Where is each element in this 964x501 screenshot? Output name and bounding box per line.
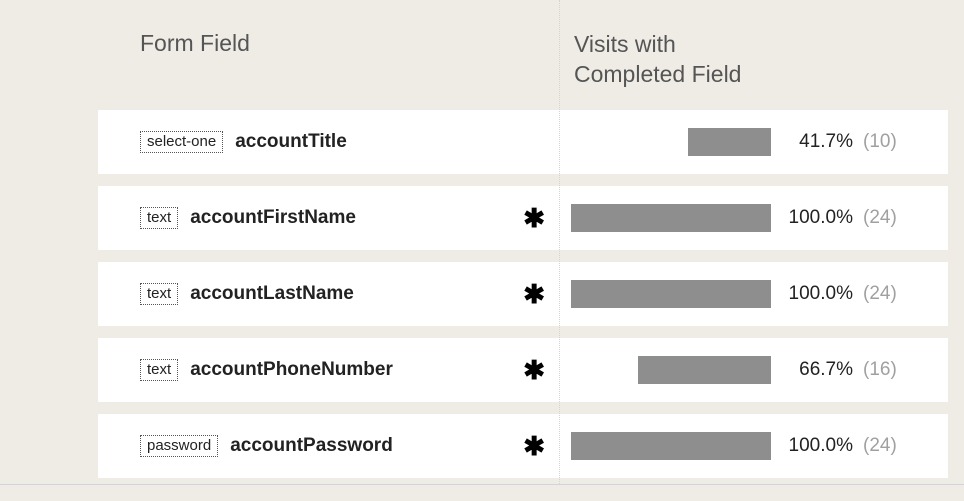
count-label: (10) <box>863 131 907 153</box>
field-name: accountPhoneNumber <box>190 359 393 381</box>
cell-visits: 66.7% (16) <box>559 356 948 384</box>
count-label: (24) <box>863 283 907 305</box>
table-body: select-one accountTitle 41.7% (10) text accou… <box>98 110 948 478</box>
cell-visits: 100.0% (24) <box>559 280 948 308</box>
bar-fill <box>571 280 771 308</box>
count-label: (16) <box>863 359 907 381</box>
table-row: select-one accountTitle 41.7% (10) <box>98 110 948 174</box>
percent-label: 41.7% <box>781 131 853 153</box>
bar-fill <box>571 204 771 232</box>
table-row: text accountLastName ✱ 100.0% (24) <box>98 262 948 326</box>
field-type-badge: text <box>140 283 178 306</box>
cell-form-field: text accountFirstName ✱ <box>98 207 559 230</box>
field-name: accountTitle <box>235 131 347 153</box>
cell-visits: 100.0% (24) <box>559 432 948 460</box>
field-name: accountLastName <box>190 283 354 305</box>
bottom-rule <box>0 484 964 485</box>
field-type-badge: text <box>140 207 178 230</box>
field-type-badge: password <box>140 435 218 458</box>
cell-form-field: text accountPhoneNumber ✱ <box>98 359 559 382</box>
cell-form-field: password accountPassword ✱ <box>98 435 559 458</box>
bar-track <box>571 204 771 232</box>
field-type-badge: select-one <box>140 131 223 154</box>
required-icon: ✱ <box>523 433 545 459</box>
header-visits: Visits withCompleted Field <box>559 30 964 90</box>
table-header: Form Field Visits withCompleted Field <box>0 12 964 110</box>
required-icon: ✱ <box>523 357 545 383</box>
bar-track <box>571 432 771 460</box>
field-name: accountFirstName <box>190 207 356 229</box>
count-label: (24) <box>863 207 907 229</box>
bar-track <box>571 128 771 156</box>
field-name: accountPassword <box>230 435 393 457</box>
table-row: text accountPhoneNumber ✱ 66.7% (16) <box>98 338 948 402</box>
percent-label: 100.0% <box>781 207 853 229</box>
bar-fill <box>571 432 771 460</box>
bar-fill <box>638 356 771 384</box>
table-row: password accountPassword ✱ 100.0% (24) <box>98 414 948 478</box>
bar-track <box>571 356 771 384</box>
cell-form-field: select-one accountTitle <box>98 131 559 154</box>
count-label: (24) <box>863 435 907 457</box>
field-type-badge: text <box>140 359 178 382</box>
table-row: text accountFirstName ✱ 100.0% (24) <box>98 186 948 250</box>
header-form-field: Form Field <box>0 30 559 90</box>
percent-label: 100.0% <box>781 283 853 305</box>
required-icon: ✱ <box>523 281 545 307</box>
cell-visits: 100.0% (24) <box>559 204 948 232</box>
form-field-report: Form Field Visits withCompleted Field se… <box>0 0 964 478</box>
percent-label: 100.0% <box>781 435 853 457</box>
bar-track <box>571 280 771 308</box>
required-icon: ✱ <box>523 205 545 231</box>
cell-form-field: text accountLastName ✱ <box>98 283 559 306</box>
bar-fill <box>688 128 771 156</box>
percent-label: 66.7% <box>781 359 853 381</box>
cell-visits: 41.7% (10) <box>559 128 948 156</box>
column-divider <box>559 0 560 484</box>
